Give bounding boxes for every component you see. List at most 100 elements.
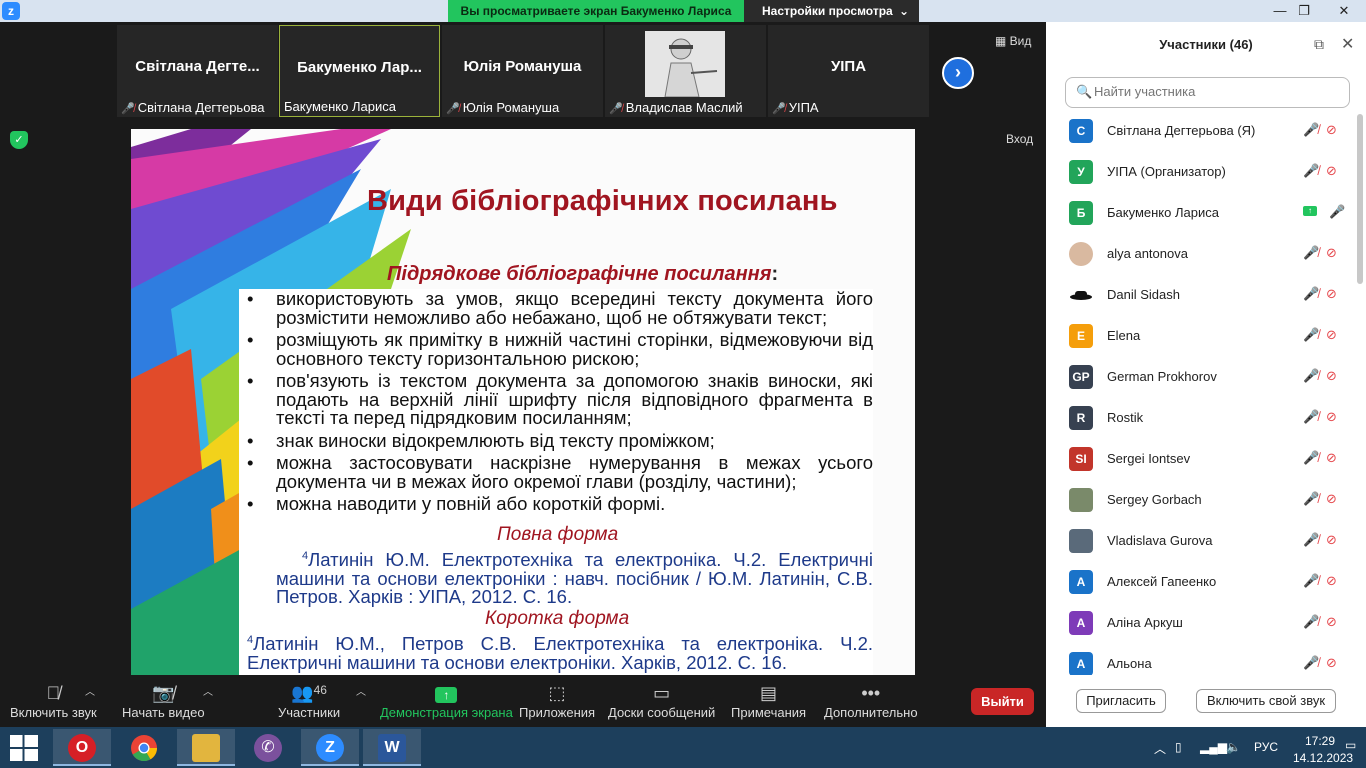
video-tile[interactable]: 🎤̸ Владислав Маслий — [605, 25, 766, 117]
mic-muted-icon: 🎤̸ — [1303, 245, 1320, 260]
participant-row[interactable]: Б Бакуменко Лариса ↑ 🎤 — [1046, 192, 1356, 233]
participant-row[interactable]: GP German Prokhorov 🎤̸ ⊘ — [1046, 356, 1356, 397]
participant-row[interactable]: alya antonova 🎤̸ ⊘ — [1046, 233, 1356, 274]
participants-options-caret-icon[interactable]: ︿ — [356, 683, 366, 698]
video-options-caret-icon[interactable]: ︿ — [203, 683, 213, 698]
video-tile[interactable]: Світлана Дегте... 🎤̸ Світлана Дегтерьова — [117, 25, 278, 117]
participant-row[interactable]: А Алексей Гапеенко 🎤̸ ⊘ — [1046, 561, 1356, 602]
enter-label[interactable]: Вход — [1006, 132, 1033, 146]
slide-bullet-list: використовують за умов, якщо всередині т… — [241, 289, 873, 518]
invite-button[interactable]: Пригласить — [1076, 689, 1166, 713]
clock-date[interactable]: 14.12.2023 — [1293, 751, 1353, 765]
apps-icon: ⬚ — [548, 683, 566, 703]
taskbar-word[interactable]: W — [363, 729, 421, 766]
apps-button[interactable]: ⬚ Приложения — [519, 683, 595, 720]
avatar: А — [1069, 611, 1093, 635]
participant-row[interactable]: E Elena 🎤̸ ⊘ — [1046, 315, 1356, 356]
participant-name: Sergei Iontsev — [1107, 451, 1191, 466]
camera-off-icon: ⊘ — [1326, 450, 1337, 465]
tile-name: УІПА — [830, 58, 867, 75]
scroll-thumb[interactable] — [1357, 114, 1363, 284]
taskbar-chrome[interactable] — [115, 729, 173, 766]
shared-screen-slide: Види бібліографічних посилань Підрядкове… — [131, 129, 915, 675]
tile-name: Бакуменко Лар... — [297, 59, 422, 76]
unmute-button[interactable]: 🎙̸ Включить звук — [10, 683, 97, 720]
whiteboards-button[interactable]: ▭ Доски сообщений — [608, 683, 715, 720]
mic-icon: 🎤 — [1329, 204, 1346, 219]
share-screen-button[interactable]: ↑ Демонстрация экрана — [380, 683, 513, 720]
mic-muted-icon: 🎤̸ — [1303, 122, 1320, 137]
video-tile[interactable]: Юлія Романуша 🎤̸ Юлія Романуша — [442, 25, 603, 117]
participants-button[interactable]: 👥46 Участники — [278, 683, 340, 720]
video-tile[interactable]: УІПА 🎤̸ УІПА — [768, 25, 929, 117]
slide-bullet: пов'язують із текстом документа за допом… — [241, 371, 873, 428]
search-icon: 🔍 — [1076, 84, 1093, 99]
taskbar-opera[interactable]: O — [53, 729, 111, 766]
participant-name: Elena — [1107, 328, 1141, 343]
next-page-button[interactable]: › — [942, 57, 974, 89]
maximize-button[interactable]: ❐ — [1290, 0, 1318, 22]
mic-muted-icon: 🎤̸ — [1303, 368, 1320, 383]
participant-row[interactable]: У УІПА (Организатор) 🎤̸ ⊘ — [1046, 151, 1356, 192]
participant-row[interactable]: А Альона 🎤̸ ⊘ — [1046, 643, 1356, 675]
share-banner: Вы просматриваете экран Бакуменко Лариса — [448, 0, 744, 22]
participant-row[interactable]: А Аліна Аркуш 🎤̸ ⊘ — [1046, 602, 1356, 643]
chrome-icon — [131, 735, 158, 762]
start-video-button[interactable]: 📷̸ Начать видео — [122, 683, 205, 720]
view-button[interactable]: ▦ Вид — [995, 34, 1031, 48]
leave-meeting-button[interactable]: Выйти — [971, 688, 1034, 715]
camera-off-icon: ⊘ — [1326, 409, 1337, 424]
windows-start-icon[interactable] — [10, 735, 38, 761]
participant-name: Аліна Аркуш — [1107, 615, 1183, 630]
tile-name: Юлія Романуша — [463, 58, 582, 75]
notes-button[interactable]: ▤ Примечания — [731, 683, 806, 720]
mic-muted-icon: 🎤̸ — [446, 103, 460, 115]
security-shield-icon[interactable]: ✓ — [10, 131, 28, 149]
mic-muted-icon: 🎤̸ — [1303, 450, 1320, 465]
close-window-button[interactable]: ✕ — [1330, 0, 1358, 22]
participant-row[interactable]: R Rostik 🎤̸ ⊘ — [1046, 397, 1356, 438]
participant-row[interactable]: Danil Sidash 🎤̸ ⊘ — [1046, 274, 1356, 315]
unmute-self-button[interactable]: Включить свой звук — [1196, 689, 1336, 713]
camera-off-icon: ⊘ — [1326, 327, 1337, 342]
language-indicator[interactable]: РУС — [1254, 740, 1278, 754]
slide-bullet: знак виноски відокремлюють від тексту пр… — [241, 431, 873, 451]
video-tile-active[interactable]: Бакуменко Лар... Бакуменко Лариса — [279, 25, 440, 117]
participant-name: Vladislava Gurova — [1107, 533, 1213, 548]
popout-icon[interactable]: ⧉ — [1314, 36, 1324, 53]
clock-time[interactable]: 17:29 — [1305, 734, 1335, 748]
audio-options-caret-icon[interactable]: ︿ — [85, 683, 95, 698]
search-input[interactable] — [1094, 84, 1344, 99]
tile-label: 🎤̸ Світлана Дегтерьова — [121, 100, 265, 115]
participant-row[interactable]: С Світлана Дегтерьова (Я) 🎤̸ ⊘ — [1046, 110, 1356, 151]
participant-list: С Світлана Дегтерьова (Я) 🎤̸ ⊘ У УІПА (Ор… — [1046, 110, 1356, 675]
more-button[interactable]: ••• Дополнительно — [824, 683, 918, 720]
participant-row[interactable]: SI Sergei Iontsev 🎤̸ ⊘ — [1046, 438, 1356, 479]
avatar: У — [1069, 160, 1093, 184]
taskbar-zoom[interactable]: Z — [301, 729, 359, 766]
participant-search[interactable]: 🔍 — [1065, 77, 1350, 108]
participant-row[interactable]: Vladislava Gurova 🎤̸ ⊘ — [1046, 520, 1356, 561]
network-icon[interactable]: ▂▄▆ — [1200, 740, 1227, 754]
participant-row[interactable]: Sergey Gorbach 🎤̸ ⊘ — [1046, 479, 1356, 520]
chevron-down-icon: ⌄ — [898, 4, 909, 18]
taskbar-explorer[interactable] — [177, 729, 235, 766]
close-panel-icon[interactable]: ✕ — [1341, 34, 1354, 54]
mic-muted-icon: 🎤̸ — [1303, 614, 1320, 629]
participant-list-scrollbar[interactable] — [1356, 114, 1364, 674]
camera-off-icon: ⊘ — [1326, 163, 1337, 178]
share-screen-label: Демонстрация экрана — [380, 705, 513, 720]
tile-label: 🎤̸ УІПА — [772, 100, 819, 115]
tray-expand-icon[interactable]: ︿ — [1154, 740, 1166, 757]
battery-icon[interactable]: ▯ — [1175, 740, 1182, 754]
camera-off-icon: ⊘ — [1326, 491, 1337, 506]
volume-icon[interactable]: 🔈 — [1226, 740, 1241, 754]
view-settings-button[interactable]: Настройки просмотра ⌄ — [744, 0, 919, 22]
slide-title: Види бібліографічних посилань — [367, 185, 838, 217]
whiteboard-icon: ▭ — [653, 683, 671, 703]
apps-label: Приложения — [519, 705, 596, 720]
notifications-icon[interactable]: ▭ — [1345, 738, 1356, 752]
slide-bullet: можна застосовувати наскрізне нумеруванн… — [241, 453, 873, 491]
full-form-citation: 4Латинін Ю.М. Електротехніка та електрон… — [276, 549, 873, 608]
taskbar-viber[interactable]: ✆ — [239, 729, 297, 766]
